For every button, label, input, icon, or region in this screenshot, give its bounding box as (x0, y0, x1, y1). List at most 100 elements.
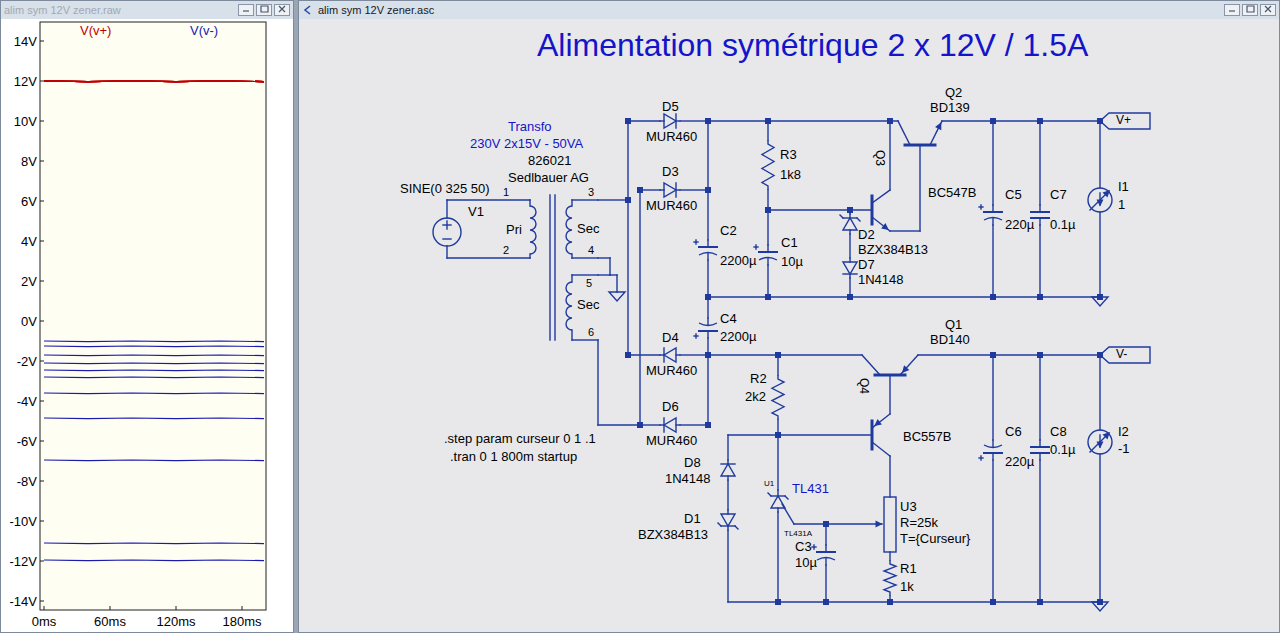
maximize-button[interactable] (256, 4, 272, 16)
diode[interactable] (660, 348, 680, 362)
component-label: I2 (1118, 424, 1129, 439)
junction-dot (887, 118, 893, 124)
component-label: R1 (900, 561, 917, 576)
label-text: Pri (506, 222, 522, 237)
plot-pane[interactable]: 14V12V10V8V6V4V2V0V-2V-4V-6V-8V-10V-12V-… (1, 19, 293, 632)
y-tick: -8V (17, 474, 38, 489)
schematic-title: Alimentation symétrique 2 x 12V / 1.5A (537, 27, 1089, 63)
ground[interactable] (609, 292, 625, 301)
label-text: .tran 0 1 800m startup (450, 449, 577, 464)
y-tick: 12V (14, 74, 37, 89)
maximize-button[interactable] (1242, 4, 1258, 16)
component-label: 1N4148 (665, 471, 711, 486)
label-text: Sec (577, 221, 600, 236)
label-text: 2 (503, 244, 509, 256)
label-text: Q2 (945, 85, 962, 100)
label-text: 10µ (781, 254, 803, 269)
label-text: 1N4148 (858, 272, 904, 287)
component-label: I1 (1118, 179, 1129, 194)
diode[interactable] (660, 183, 680, 197)
schematic[interactable]: Transfo230V 2x15V - 50VA826021Sedlbauer … (299, 19, 1279, 632)
component-label: 1k8 (780, 167, 801, 182)
component-label: TL431A (784, 529, 813, 538)
current-source[interactable] (1088, 188, 1112, 212)
label-text: 1 (1118, 197, 1125, 212)
label-text: D5 (662, 99, 679, 114)
schematic-window[interactable]: alim sym 12V zener.asc Transfo230V 2x15V… (298, 0, 1280, 633)
junction-dot (823, 599, 829, 605)
label-text: C1 (781, 235, 798, 250)
trace (44, 369, 264, 371)
electrolytic-capacitor[interactable] (694, 240, 717, 260)
diode[interactable] (660, 114, 680, 128)
waveform-window[interactable]: alim sym 12V zener.raw 14V12V10V8V6V4V2V… (0, 0, 294, 633)
electrolytic-capacitor[interactable] (754, 245, 777, 265)
current-source[interactable] (1088, 430, 1112, 454)
zener-diode[interactable] (840, 214, 860, 234)
plot-area (40, 22, 266, 610)
tl431[interactable] (768, 490, 788, 512)
series-label: V(v+) (80, 23, 111, 38)
resistor[interactable] (762, 140, 774, 190)
resistor[interactable] (772, 375, 784, 420)
label-text: BC557B (903, 429, 951, 444)
junction-dot (887, 599, 893, 605)
close-button[interactable] (274, 4, 290, 16)
transistor[interactable] (872, 190, 890, 231)
label-text: 1k (900, 579, 914, 594)
junction-dot (1037, 118, 1043, 124)
wires (447, 121, 1100, 602)
component-label: Q3 (873, 150, 887, 166)
electrolytic-capacitor[interactable] (694, 318, 717, 338)
minimize-button[interactable] (238, 4, 254, 16)
label-text: 4 (588, 244, 594, 256)
junction-dot (765, 294, 771, 300)
electrolytic-capacitor[interactable] (979, 205, 1002, 225)
label-text: BZX384B13 (638, 527, 708, 542)
label-text: C6 (1005, 424, 1022, 439)
label-text: -1 (1118, 441, 1130, 456)
transformer[interactable] (530, 195, 572, 340)
net-port[interactable]: V+ (1100, 113, 1150, 129)
electrolytic-capacitor[interactable] (979, 440, 1002, 460)
potentiometer[interactable] (826, 497, 896, 552)
schematic-canvas[interactable]: Transfo230V 2x15V - 50VA826021Sedlbauer … (299, 19, 1279, 632)
trace (44, 80, 264, 82)
label-text: D3 (662, 164, 679, 179)
title-bar[interactable]: alim sym 12V zener.raw (1, 1, 293, 19)
component-label: T={Curseur} (900, 531, 971, 546)
label-text: Sedlbauer AG (508, 170, 589, 185)
series (44, 81, 264, 83)
label-text: Q3 (873, 150, 887, 166)
zener-diode[interactable] (718, 510, 738, 530)
transistor[interactable] (898, 121, 942, 145)
y-tick: 8V (21, 154, 37, 169)
label-text: D1 (684, 511, 701, 526)
diode[interactable] (721, 460, 735, 480)
junction-dot (1037, 294, 1043, 300)
junction-dot (775, 599, 781, 605)
voltage-source[interactable] (433, 218, 461, 246)
junction-dot (1037, 352, 1043, 358)
transistor[interactable] (862, 355, 918, 375)
diode[interactable] (660, 418, 680, 432)
label-text: Transfo (508, 119, 552, 134)
label-text: Q4 (857, 378, 871, 394)
label-text: Q1 (945, 317, 962, 332)
label-text: U3 (900, 499, 917, 514)
component-label: 2k2 (745, 389, 766, 404)
diode[interactable] (843, 258, 857, 278)
resistor[interactable] (884, 560, 896, 596)
title-bar[interactable]: alim sym 12V zener.asc (299, 1, 1279, 19)
component-label: Sec (577, 221, 600, 236)
close-button[interactable] (1260, 4, 1276, 16)
label-text: V+ (1116, 113, 1131, 127)
trace (44, 80, 264, 82)
junction-dot (705, 352, 711, 358)
waveform-plot[interactable]: 14V12V10V8V6V4V2V0V-2V-4V-6V-8V-10V-12V-… (1, 19, 293, 632)
transistor[interactable] (872, 414, 890, 456)
label-text: C3 (795, 539, 812, 554)
minimize-button[interactable] (1224, 4, 1240, 16)
net-port[interactable]: V- (1100, 347, 1150, 363)
junction-dot (625, 197, 631, 203)
